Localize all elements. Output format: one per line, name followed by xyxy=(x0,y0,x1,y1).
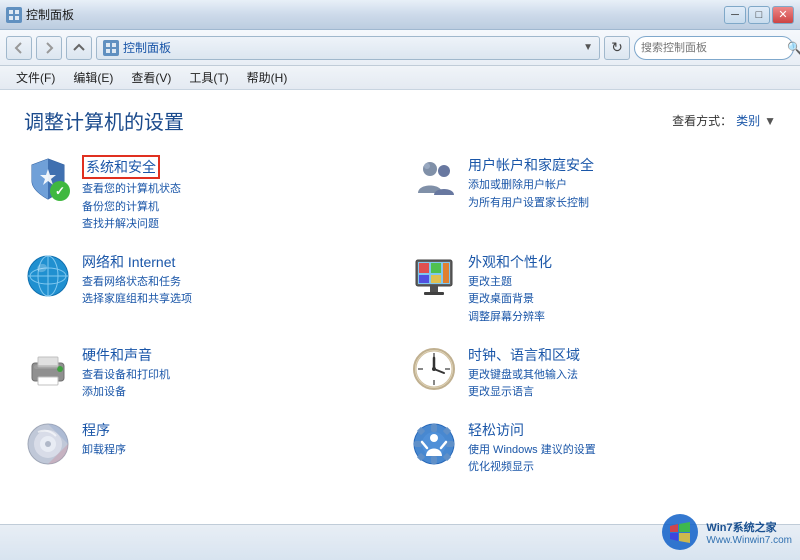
network-sub2[interactable]: 选择家庭组和共享选项 xyxy=(82,291,390,309)
search-input[interactable] xyxy=(641,42,783,54)
hardware-icon xyxy=(24,345,72,393)
address-bar-wrap: 控制面板 ▼ ↻ 🔍 xyxy=(96,36,794,60)
menu-help[interactable]: 帮助(H) xyxy=(239,67,296,88)
page-title: 调整计算机的设置 xyxy=(24,106,184,135)
address-icon xyxy=(103,40,119,56)
win7-logo xyxy=(660,512,700,552)
cp-item-hardware[interactable]: 硬件和声音 查看设备和打印机 添加设备 xyxy=(24,341,390,406)
status-bar: Win7系统之家 Www.Winwin7.com xyxy=(0,524,800,560)
cp-item-user-accounts[interactable]: 用户帐户和家庭安全 添加或删除用户帐户 为所有用户设置家长控制 xyxy=(410,151,776,238)
control-panel-grid: ✓ 系统和安全 查看您的计算机状态 备份您的计算机 查找并解决问题 xyxy=(24,151,776,481)
system-security-highlight: 系统和安全 xyxy=(82,155,160,179)
appearance-sub3[interactable]: 调整屏幕分辨率 xyxy=(468,309,776,327)
system-security-title[interactable]: 系统和安全 xyxy=(82,155,390,179)
maximize-button[interactable]: □ xyxy=(748,6,770,24)
network-icon xyxy=(24,252,72,300)
menu-edit[interactable]: 编辑(E) xyxy=(65,67,121,88)
accessibility-sub2[interactable]: 优化视频显示 xyxy=(468,459,776,477)
cp-item-programs[interactable]: 程序 卸载程序 xyxy=(24,416,390,481)
hardware-sub1[interactable]: 查看设备和打印机 xyxy=(82,367,390,385)
user-accounts-sub2[interactable]: 为所有用户设置家长控制 xyxy=(468,195,776,213)
main-content: 调整计算机的设置 查看方式： 类别 ▼ xyxy=(0,90,800,524)
user-accounts-text: 用户帐户和家庭安全 添加或删除用户帐户 为所有用户设置家长控制 xyxy=(468,155,776,212)
close-button[interactable]: ✕ xyxy=(772,6,794,24)
clock-icon xyxy=(410,345,458,393)
appearance-text: 外观和个性化 更改主题 更改桌面背景 调整屏幕分辨率 xyxy=(468,252,776,327)
network-title[interactable]: 网络和 Internet xyxy=(82,252,390,272)
accessibility-title[interactable]: 轻松访问 xyxy=(468,420,776,440)
address-path: 控制面板 xyxy=(123,39,579,56)
view-label: 查看方式： xyxy=(672,112,732,129)
cp-item-accessibility[interactable]: 轻松访问 使用 Windows 建议的设置 优化视频显示 xyxy=(410,416,776,481)
system-security-sub3[interactable]: 查找并解决问题 xyxy=(82,216,390,234)
appearance-title[interactable]: 外观和个性化 xyxy=(468,252,776,272)
hardware-title[interactable]: 硬件和声音 xyxy=(82,345,390,365)
accessibility-icon xyxy=(410,420,458,468)
watermark-line1: Win7系统之家 xyxy=(706,519,792,535)
forward-button[interactable] xyxy=(36,36,62,60)
cp-item-network[interactable]: 网络和 Internet 查看网络状态和任务 选择家庭组和共享选项 xyxy=(24,248,390,331)
hardware-text: 硬件和声音 查看设备和打印机 添加设备 xyxy=(82,345,390,402)
programs-text: 程序 卸载程序 xyxy=(82,420,390,460)
system-security-text: 系统和安全 查看您的计算机状态 备份您的计算机 查找并解决问题 xyxy=(82,155,390,234)
system-security-icon: ✓ xyxy=(24,155,72,203)
hardware-sub2[interactable]: 添加设备 xyxy=(82,384,390,402)
appearance-icon xyxy=(410,252,458,300)
programs-sub1[interactable]: 卸载程序 xyxy=(82,442,390,460)
clock-sub2[interactable]: 更改显示语言 xyxy=(468,384,776,402)
view-options: 查看方式： 类别 ▼ xyxy=(672,112,776,129)
address-dropdown-arrow[interactable]: ▼ xyxy=(583,42,593,53)
accessibility-sub1[interactable]: 使用 Windows 建议的设置 xyxy=(468,442,776,460)
title-bar-left: 控制面板 xyxy=(6,6,74,23)
programs-title[interactable]: 程序 xyxy=(82,420,390,440)
clock-title[interactable]: 时钟、语言和区域 xyxy=(468,345,776,365)
watermark-text: Win7系统之家 Www.Winwin7.com xyxy=(706,519,792,546)
view-mode-link[interactable]: 类别 xyxy=(736,112,760,129)
menu-view[interactable]: 查看(V) xyxy=(123,67,179,88)
search-button[interactable]: 🔍 xyxy=(787,40,800,56)
system-security-sub1[interactable]: 查看您的计算机状态 xyxy=(82,181,390,199)
search-box[interactable]: 🔍 xyxy=(634,36,794,60)
menubar: 文件(F) 编辑(E) 查看(V) 工具(T) 帮助(H) xyxy=(0,66,800,90)
back-button[interactable] xyxy=(6,36,32,60)
window-controls: ─ □ ✕ xyxy=(724,6,794,24)
minimize-button[interactable]: ─ xyxy=(724,6,746,24)
appearance-sub1[interactable]: 更改主题 xyxy=(468,274,776,292)
accessibility-text: 轻松访问 使用 Windows 建议的设置 优化视频显示 xyxy=(468,420,776,477)
menu-file[interactable]: 文件(F) xyxy=(8,67,63,88)
window-title: 控制面板 xyxy=(26,6,74,23)
cp-item-system-security[interactable]: ✓ 系统和安全 查看您的计算机状态 备份您的计算机 查找并解决问题 xyxy=(24,151,390,238)
title-bar: 控制面板 ─ □ ✕ xyxy=(0,0,800,30)
watermark-line2: Www.Winwin7.com xyxy=(706,535,792,546)
menu-tools[interactable]: 工具(T) xyxy=(181,67,236,88)
user-accounts-title[interactable]: 用户帐户和家庭安全 xyxy=(468,155,776,175)
page-header: 调整计算机的设置 查看方式： 类别 ▼ xyxy=(24,106,776,135)
cp-item-appearance[interactable]: 外观和个性化 更改主题 更改桌面背景 调整屏幕分辨率 xyxy=(410,248,776,331)
appearance-sub2[interactable]: 更改桌面背景 xyxy=(468,291,776,309)
view-arrow-icon[interactable]: ▼ xyxy=(764,114,776,128)
network-sub1[interactable]: 查看网络状态和任务 xyxy=(82,274,390,292)
user-accounts-icon xyxy=(410,155,458,203)
watermark: Win7系统之家 Www.Winwin7.com xyxy=(660,512,792,552)
cp-item-clock[interactable]: 时钟、语言和区域 更改键盘或其他输入法 更改显示语言 xyxy=(410,341,776,406)
programs-icon xyxy=(24,420,72,468)
system-security-sub2[interactable]: 备份您的计算机 xyxy=(82,199,390,217)
up-button[interactable] xyxy=(66,36,92,60)
clock-sub1[interactable]: 更改键盘或其他输入法 xyxy=(468,367,776,385)
window-icon xyxy=(6,7,22,23)
address-bar[interactable]: 控制面板 ▼ xyxy=(96,36,600,60)
toolbar: 控制面板 ▼ ↻ 🔍 xyxy=(0,30,800,66)
refresh-button[interactable]: ↻ xyxy=(604,36,630,60)
svg-text:✓: ✓ xyxy=(55,184,65,198)
user-accounts-sub1[interactable]: 添加或删除用户帐户 xyxy=(468,177,776,195)
network-text: 网络和 Internet 查看网络状态和任务 选择家庭组和共享选项 xyxy=(82,252,390,309)
clock-text: 时钟、语言和区域 更改键盘或其他输入法 更改显示语言 xyxy=(468,345,776,402)
